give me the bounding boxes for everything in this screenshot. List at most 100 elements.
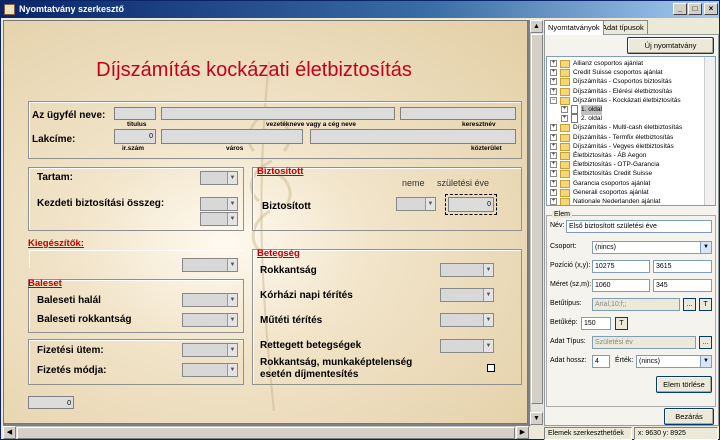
city-field[interactable] bbox=[161, 129, 303, 144]
font-browse-button[interactable]: ... bbox=[683, 298, 696, 311]
size-h-field[interactable]: 345 bbox=[653, 279, 712, 292]
expand-icon[interactable]: + bbox=[550, 152, 557, 159]
tab-forms[interactable]: Nyomtatványok bbox=[544, 20, 604, 35]
term-dropdown[interactable]: ▼ bbox=[200, 171, 238, 185]
chevron-down-icon: ▼ bbox=[227, 314, 237, 326]
value-dropdown[interactable]: (nincs) ▼ bbox=[636, 355, 712, 368]
surname-field[interactable] bbox=[161, 107, 395, 120]
font-style-button[interactable]: T bbox=[699, 298, 712, 311]
tree-scrollbar[interactable] bbox=[704, 57, 715, 205]
payment-freq-label: Fizetési ütem: bbox=[37, 345, 104, 356]
size-w-field[interactable]: 1060 bbox=[592, 279, 650, 292]
collapse-icon[interactable]: − bbox=[550, 96, 557, 104]
zip-caption: ir.szám bbox=[122, 145, 145, 152]
datatype-field[interactable]: Születési év bbox=[592, 336, 696, 349]
position-x-field[interactable]: 10275 bbox=[592, 260, 650, 273]
surgery-dropdown[interactable]: ▼ bbox=[440, 313, 494, 327]
critical-illness-dropdown[interactable]: ▼ bbox=[440, 339, 494, 353]
sum-dropdown[interactable]: ▼ bbox=[200, 197, 238, 211]
expand-icon[interactable]: + bbox=[550, 78, 557, 86]
titulus-field[interactable] bbox=[114, 107, 156, 120]
folder-icon bbox=[560, 78, 570, 87]
delete-element-button[interactable]: Elem törlése bbox=[656, 376, 712, 393]
folder-icon bbox=[560, 142, 570, 151]
chevron-down-icon: ▼ bbox=[425, 198, 435, 210]
gender-dropdown[interactable]: ▼ bbox=[396, 197, 436, 211]
name-field[interactable]: Első biztosított születési éve bbox=[566, 220, 712, 233]
address-label: Lakcíme: bbox=[32, 134, 76, 145]
zip-field[interactable]: 0 bbox=[114, 129, 156, 144]
firstname-caption: keresztnév bbox=[462, 121, 496, 128]
fontface-label: Betűkép: bbox=[550, 319, 578, 326]
expand-icon[interactable]: + bbox=[550, 142, 557, 150]
expand-icon[interactable]: + bbox=[561, 106, 568, 113]
expand-icon[interactable]: + bbox=[550, 60, 557, 67]
maximize-button[interactable]: □ bbox=[688, 3, 702, 15]
firstname-field[interactable] bbox=[400, 107, 516, 120]
waiver-label-2: esetén díjmentesítés bbox=[260, 369, 359, 380]
addon-dropdown[interactable]: ▼ bbox=[182, 258, 238, 272]
payment-freq-dropdown[interactable]: ▼ bbox=[182, 343, 238, 357]
expand-icon[interactable]: + bbox=[550, 124, 557, 132]
chevron-down-icon: ▼ bbox=[483, 340, 493, 352]
expand-icon[interactable]: + bbox=[550, 198, 557, 205]
hospital-dropdown[interactable]: ▼ bbox=[440, 288, 494, 302]
canvas-vscrollbar[interactable]: ▲ ▼ bbox=[530, 20, 543, 426]
form-page[interactable]: Díjszámítás kockázati életbiztosítás Az … bbox=[3, 20, 528, 424]
expand-icon[interactable]: + bbox=[550, 133, 557, 141]
value-value: (nincs) bbox=[639, 358, 661, 365]
datatype-browse-button[interactable]: ... bbox=[699, 336, 712, 349]
group-dropdown[interactable]: (nincs) ▼ bbox=[592, 241, 712, 254]
expand-icon[interactable]: + bbox=[550, 161, 557, 169]
tab-data-types[interactable]: Adat típusok bbox=[598, 20, 648, 34]
vscroll-thumb[interactable] bbox=[531, 34, 543, 404]
panel-tabs: Nyomtatványok Adat típusok bbox=[544, 20, 719, 35]
birthyear-field[interactable]: 0 bbox=[445, 194, 497, 215]
expand-icon[interactable]: + bbox=[550, 179, 557, 187]
chevron-down-icon: ▼ bbox=[227, 344, 237, 356]
term-label: Tartam: bbox=[37, 172, 73, 183]
client-name-label: Az ügyfél neve: bbox=[32, 110, 106, 121]
name-label: Név: bbox=[550, 222, 565, 229]
total-field[interactable]: 0 bbox=[28, 396, 74, 409]
sum-dropdown-2[interactable]: ▼ bbox=[200, 212, 238, 226]
insured-label: Biztosított bbox=[262, 201, 311, 212]
folder-icon bbox=[560, 124, 570, 133]
accident-disability-dropdown[interactable]: ▼ bbox=[182, 313, 238, 327]
folder-icon bbox=[560, 198, 570, 205]
chevron-down-icon: ▼ bbox=[483, 264, 493, 276]
scroll-up-icon[interactable]: ▲ bbox=[530, 20, 543, 33]
payment-method-dropdown[interactable]: ▼ bbox=[182, 363, 238, 377]
folder-icon bbox=[560, 188, 570, 197]
page-icon bbox=[571, 105, 578, 114]
expand-icon[interactable]: + bbox=[550, 188, 557, 196]
group-value: (nincs) bbox=[595, 244, 617, 251]
scroll-down-icon[interactable]: ▼ bbox=[530, 412, 543, 425]
new-form-button[interactable]: Új nyomtatvány bbox=[627, 37, 714, 54]
folder-icon bbox=[560, 170, 570, 179]
expand-icon[interactable]: + bbox=[550, 170, 557, 178]
waiver-checkbox[interactable] bbox=[487, 364, 495, 372]
size-label: Méret (sz,m): bbox=[550, 281, 592, 288]
close-window-button[interactable]: × bbox=[704, 3, 718, 15]
insured-section: Biztosított bbox=[257, 166, 304, 177]
expand-icon[interactable]: + bbox=[561, 115, 568, 123]
fontface-field[interactable]: 150 bbox=[581, 317, 611, 330]
datalength-label: Adat hossz: bbox=[550, 357, 587, 364]
position-y-field[interactable]: 3615 bbox=[653, 260, 712, 273]
expand-icon[interactable]: + bbox=[550, 69, 557, 77]
illness-section: Betegség bbox=[257, 248, 300, 259]
expand-icon[interactable]: + bbox=[550, 87, 557, 95]
birthyear-caption: születési éve bbox=[437, 178, 490, 188]
minimize-button[interactable]: _ bbox=[673, 3, 687, 15]
disability-dropdown[interactable]: ▼ bbox=[440, 263, 494, 277]
font-field[interactable]: Arial;10;f;; bbox=[592, 298, 680, 311]
form-canvas[interactable]: Díjszámítás kockázati életbiztosítás Az … bbox=[3, 20, 530, 426]
street-field[interactable] bbox=[310, 129, 516, 144]
close-button[interactable]: Bezárás bbox=[664, 408, 714, 425]
forms-tree[interactable]: + Allianz csoportos ajánlat + Credit Suisse… bbox=[546, 56, 716, 206]
fontface-button[interactable]: T bbox=[615, 317, 628, 330]
value-label: Érték: bbox=[615, 357, 634, 364]
accident-death-dropdown[interactable]: ▼ bbox=[182, 293, 238, 307]
datalength-field[interactable]: 4 bbox=[592, 355, 610, 368]
